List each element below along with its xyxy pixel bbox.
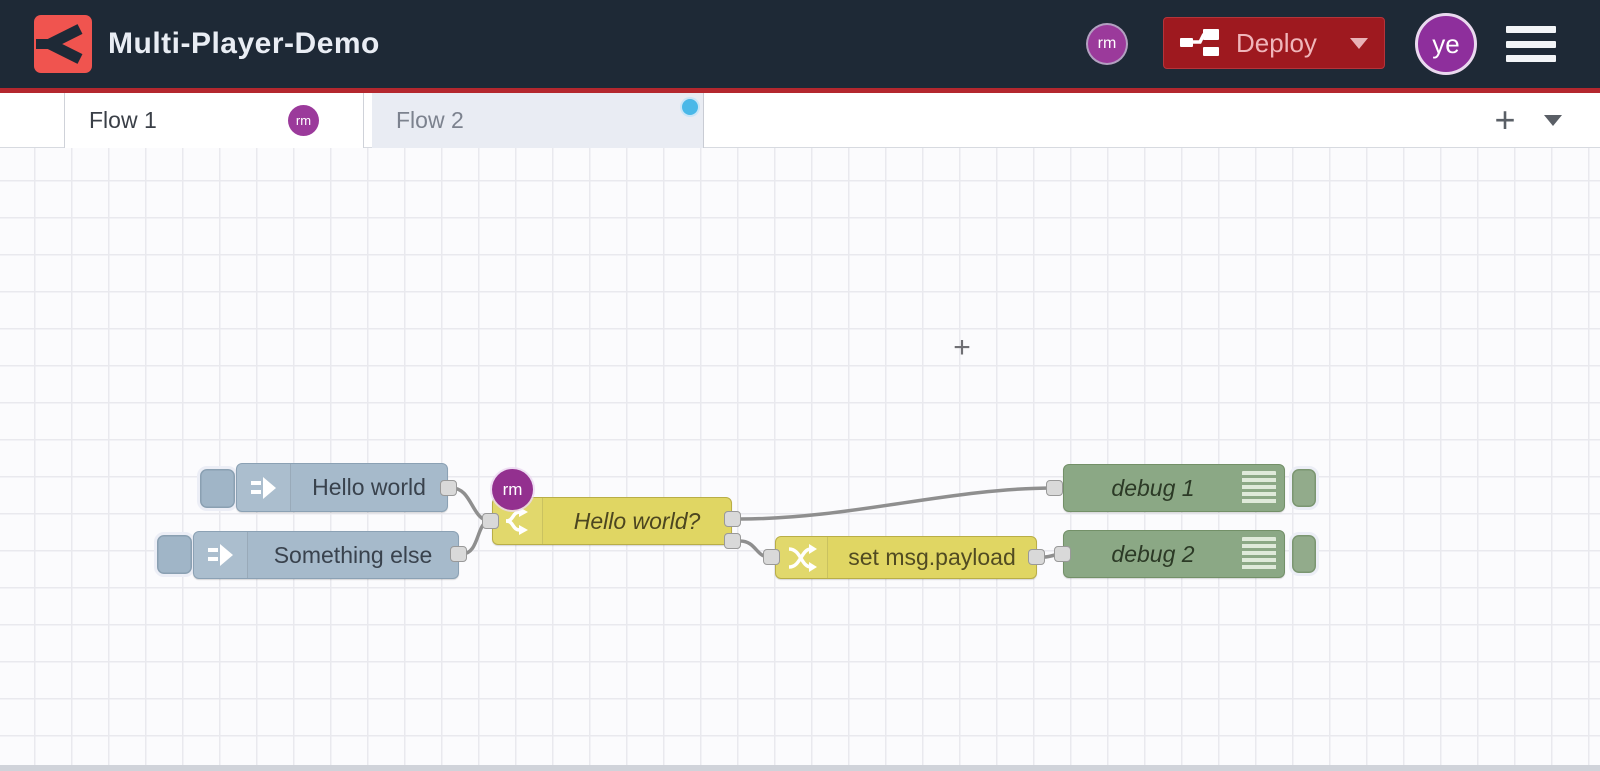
port-output-1[interactable] — [724, 511, 741, 527]
flow-tabbar: Flow 1 rm Flow 2 + — [0, 93, 1600, 148]
debug-icon — [1242, 471, 1276, 505]
tab-flow-2[interactable]: Flow 2 — [372, 93, 704, 148]
port-output-2[interactable] — [724, 533, 741, 549]
node-label: set msg.payload — [848, 544, 1016, 570]
node-debug-1[interactable]: debug 1 — [1063, 464, 1285, 512]
node-label: Hello world — [312, 474, 426, 500]
header: Multi-Player-Demo rm Deploy ye — [0, 0, 1600, 88]
inject-icon — [250, 476, 276, 499]
port-input[interactable] — [1054, 546, 1071, 562]
tab-flow-1-avatar-badge[interactable]: rm — [288, 105, 319, 136]
deploy-button[interactable]: Deploy — [1163, 17, 1385, 69]
collaborator-avatar-badge[interactable]: rm — [1088, 25, 1126, 63]
main-menu-icon[interactable] — [1506, 26, 1556, 62]
node-inject-hello-world[interactable]: Hello world — [236, 463, 448, 512]
node-label: debug 1 — [1111, 474, 1195, 501]
inject-button[interactable] — [197, 466, 238, 511]
bottom-scrollbar-track[interactable] — [0, 765, 1600, 771]
node-inject-something-else[interactable]: Something else — [193, 531, 459, 579]
deploy-button-label: Deploy — [1236, 27, 1317, 58]
port-input[interactable] — [1046, 480, 1063, 496]
deploy-icon — [1180, 29, 1219, 56]
switch-icon — [505, 507, 528, 535]
crosshair-cursor: + — [953, 331, 971, 364]
debug-icon — [1242, 537, 1276, 571]
node-collaborator-badge: rm — [492, 469, 533, 510]
port-output[interactable] — [440, 480, 457, 496]
port-output[interactable] — [450, 546, 467, 562]
port-input[interactable] — [763, 549, 780, 565]
wire-layer — [450, 486, 1064, 559]
node-switch-hello-world[interactable]: Hello world? — [492, 497, 732, 545]
user-avatar[interactable]: ye — [1415, 13, 1477, 75]
node-label: Something else — [273, 541, 433, 568]
change-icon — [788, 543, 817, 572]
page-title: Multi-Player-Demo — [108, 27, 380, 60]
flow-editor: Multi-Player-Demo rm Deploy ye Flow 1 rm… — [0, 0, 1600, 771]
port-input[interactable] — [482, 513, 499, 529]
tab-flow-1-label: Flow 1 — [89, 107, 157, 133]
node-label: Hello world? — [573, 507, 701, 534]
deploy-dropdown-caret-icon[interactable] — [1350, 37, 1368, 49]
tab-list-caret-icon[interactable] — [1544, 115, 1562, 126]
node-debug-2[interactable]: debug 2 — [1063, 530, 1285, 578]
tab-flow-2-activity-dot — [682, 99, 698, 115]
tab-flow-2-label: Flow 2 — [396, 107, 464, 133]
node-label: debug 2 — [1111, 540, 1195, 567]
app-logo-icon[interactable] — [34, 15, 92, 73]
flow-canvas[interactable]: Hello world Something else rm Hello worl… — [0, 148, 1600, 765]
node-change-set-msg-payload[interactable]: set msg.payload — [775, 536, 1037, 579]
add-flow-button[interactable]: + — [1484, 99, 1526, 141]
wire[interactable] — [738, 486, 1056, 521]
debug-toggle-button[interactable] — [1289, 532, 1319, 576]
debug-toggle-button[interactable] — [1289, 466, 1319, 510]
port-output[interactable] — [1028, 549, 1045, 565]
inject-button[interactable] — [154, 532, 195, 577]
inject-icon — [207, 544, 233, 566]
tab-flow-1[interactable]: Flow 1 rm — [64, 93, 364, 148]
